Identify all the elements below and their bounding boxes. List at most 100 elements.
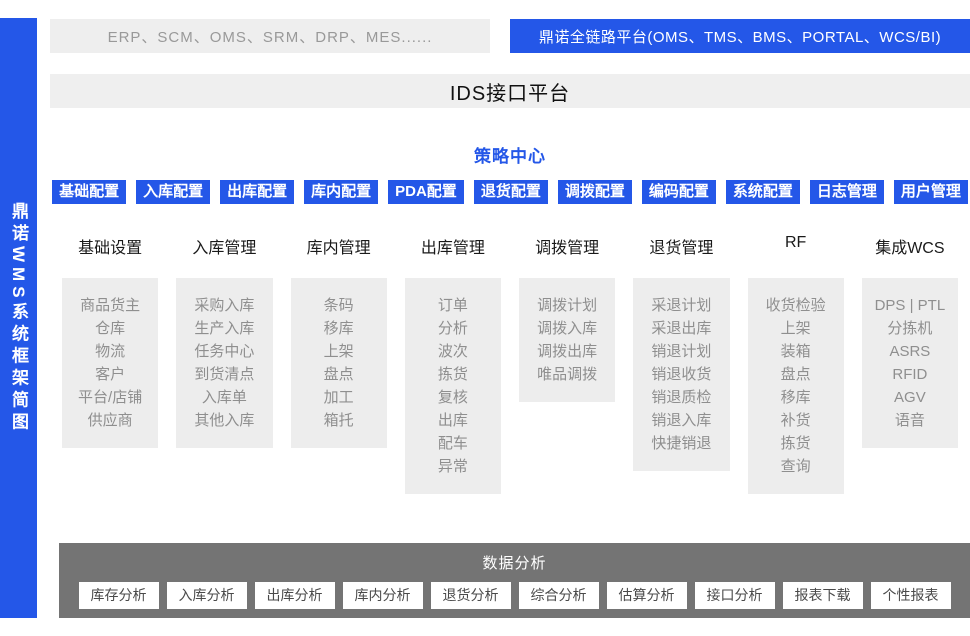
- module-column-returns: 退货管理 采退计划采退出库销退计划销退收货销退质检销退入库快捷销退: [633, 234, 729, 471]
- module-item: 波次: [407, 340, 499, 363]
- module-title: 库内管理: [291, 234, 387, 253]
- data-analysis-panel: 数据分析 库存分析入库分析出库分析库内分析退货分析综合分析估算分析接口分析报表下…: [59, 543, 970, 618]
- module-item: 补货: [750, 409, 842, 432]
- module-item: 箱托: [293, 409, 385, 432]
- module-box: DPS | PTL分拣机ASRSRFIDAGV语音: [862, 278, 958, 448]
- module-item: 盘点: [293, 363, 385, 386]
- module-title: 集成WCS: [862, 234, 958, 253]
- module-item: 到货清点: [178, 363, 270, 386]
- sidebar: 鼎诺WMS系统框架简图: [0, 18, 37, 618]
- module-title: RF: [748, 234, 844, 253]
- module-title: 入库管理: [176, 234, 272, 253]
- config-button[interactable]: 出库配置: [220, 180, 294, 204]
- module-box: 收货检验上架装箱盘点移库补货拣货查询: [748, 278, 844, 494]
- module-item: 语音: [864, 409, 956, 432]
- module-item: 条码: [293, 294, 385, 317]
- module-item: 快捷销退: [635, 432, 727, 455]
- module-item: 异常: [407, 455, 499, 478]
- module-column-basic: 基础设置 商品货主仓库物流客户平台/店铺供应商: [62, 234, 158, 448]
- config-button-row: 基础配置入库配置出库配置库内配置 PDA配置退货配置调拨配置编码配置系统配置日志管…: [50, 180, 970, 204]
- module-item: 物流: [64, 340, 156, 363]
- top-row: ERP、SCM、OMS、SRM、DRP、MES...... 鼎诺全链路平台(OM…: [50, 19, 970, 53]
- module-title: 退货管理: [633, 234, 729, 253]
- module-item: 商品货主: [64, 294, 156, 317]
- module-item: ASRS: [864, 340, 956, 363]
- module-item: 销退质检: [635, 386, 727, 409]
- module-item: 供应商: [64, 409, 156, 432]
- config-button[interactable]: 系统配置: [726, 180, 800, 204]
- module-column-inbound: 入库管理 采购入库生产入库任务中心到货清点入库单其他入库: [176, 234, 272, 448]
- config-button[interactable]: 基础配置: [52, 180, 126, 204]
- module-item: 移库: [293, 317, 385, 340]
- module-item: 拣货: [750, 432, 842, 455]
- external-systems-box: ERP、SCM、OMS、SRM、DRP、MES......: [50, 19, 490, 53]
- config-button[interactable]: 调拨配置: [558, 180, 632, 204]
- module-item: 分析: [407, 317, 499, 340]
- analysis-button[interactable]: 估算分析: [607, 582, 687, 609]
- module-item: 平台/店铺: [64, 386, 156, 409]
- module-item: 调拨出库: [521, 340, 613, 363]
- module-item: 查询: [750, 455, 842, 478]
- analysis-button[interactable]: 接口分析: [695, 582, 775, 609]
- module-box: 采退计划采退出库销退计划销退收货销退质检销退入库快捷销退: [633, 278, 729, 471]
- analysis-button[interactable]: 入库分析: [167, 582, 247, 609]
- module-item: 任务中心: [178, 340, 270, 363]
- config-button[interactable]: 编码配置: [642, 180, 716, 204]
- module-column-rf: RF 收货检验上架装箱盘点移库补货拣货查询: [748, 234, 844, 494]
- analysis-button[interactable]: 库内分析: [343, 582, 423, 609]
- module-item: 其他入库: [178, 409, 270, 432]
- sidebar-title: 鼎诺WMS系统框架简图: [0, 202, 37, 435]
- module-item: 销退入库: [635, 409, 727, 432]
- module-box: 采购入库生产入库任务中心到货清点入库单其他入库: [176, 278, 272, 448]
- module-item: 盘点: [750, 363, 842, 386]
- config-button[interactable]: 退货配置: [474, 180, 548, 204]
- module-title: 调拨管理: [519, 234, 615, 253]
- config-button[interactable]: 入库配置: [136, 180, 210, 204]
- module-item: 订单: [407, 294, 499, 317]
- module-item: 移库: [750, 386, 842, 409]
- config-button[interactable]: 库内配置: [304, 180, 378, 204]
- module-item: 销退收货: [635, 363, 727, 386]
- module-item: 分拣机: [864, 317, 956, 340]
- module-item: 配车: [407, 432, 499, 455]
- module-column-transfer: 调拨管理 调拨计划调拨入库调拨出库唯品调拨: [519, 234, 615, 402]
- wms-framework-page: 鼎诺WMS系统框架简图 ERP、SCM、OMS、SRM、DRP、MES.....…: [0, 0, 970, 636]
- module-box: 调拨计划调拨入库调拨出库唯品调拨: [519, 278, 615, 402]
- module-item: 仓库: [64, 317, 156, 340]
- ids-interface-bar: IDS接口平台: [50, 74, 970, 108]
- module-item: 出库: [407, 409, 499, 432]
- module-title: 出库管理: [405, 234, 501, 253]
- module-item: 入库单: [178, 386, 270, 409]
- platform-box: 鼎诺全链路平台(OMS、TMS、BMS、PORTAL、WCS/BI): [510, 19, 970, 53]
- module-item: 加工: [293, 386, 385, 409]
- module-item: RFID: [864, 363, 956, 386]
- config-button[interactable]: 日志管理: [810, 180, 884, 204]
- module-item: 复核: [407, 386, 499, 409]
- module-item: DPS | PTL: [864, 294, 956, 317]
- config-button[interactable]: 用户管理: [894, 180, 968, 204]
- analysis-button[interactable]: 出库分析: [255, 582, 335, 609]
- module-box: 商品货主仓库物流客户平台/店铺供应商: [62, 278, 158, 448]
- analysis-button-row: 库存分析入库分析出库分析库内分析退货分析综合分析估算分析接口分析报表下载个性报表: [59, 582, 970, 609]
- module-item: 装箱: [750, 340, 842, 363]
- module-item: 采购入库: [178, 294, 270, 317]
- module-item: 上架: [750, 317, 842, 340]
- config-button[interactable]: PDA配置: [388, 180, 464, 204]
- module-item: 调拨入库: [521, 317, 613, 340]
- analysis-button[interactable]: 综合分析: [519, 582, 599, 609]
- module-box: 条码移库上架盘点加工箱托: [291, 278, 387, 448]
- module-item: 采退计划: [635, 294, 727, 317]
- analysis-button[interactable]: 库存分析: [79, 582, 159, 609]
- module-grid: 基础设置 商品货主仓库物流客户平台/店铺供应商 入库管理 采购入库生产入库任务中…: [62, 234, 958, 494]
- analysis-button[interactable]: 报表下载: [783, 582, 863, 609]
- module-item: 收货检验: [750, 294, 842, 317]
- strategy-center-title: 策略中心: [50, 142, 970, 162]
- main-content: ERP、SCM、OMS、SRM、DRP、MES...... 鼎诺全链路平台(OM…: [50, 19, 970, 494]
- module-column-wcs: 集成WCS DPS | PTL分拣机ASRSRFIDAGV语音: [862, 234, 958, 448]
- module-item: 客户: [64, 363, 156, 386]
- module-item: 生产入库: [178, 317, 270, 340]
- analysis-button[interactable]: 退货分析: [431, 582, 511, 609]
- module-column-outbound: 出库管理 订单分析波次拣货复核出库配车异常: [405, 234, 501, 494]
- module-item: 上架: [293, 340, 385, 363]
- analysis-button[interactable]: 个性报表: [871, 582, 951, 609]
